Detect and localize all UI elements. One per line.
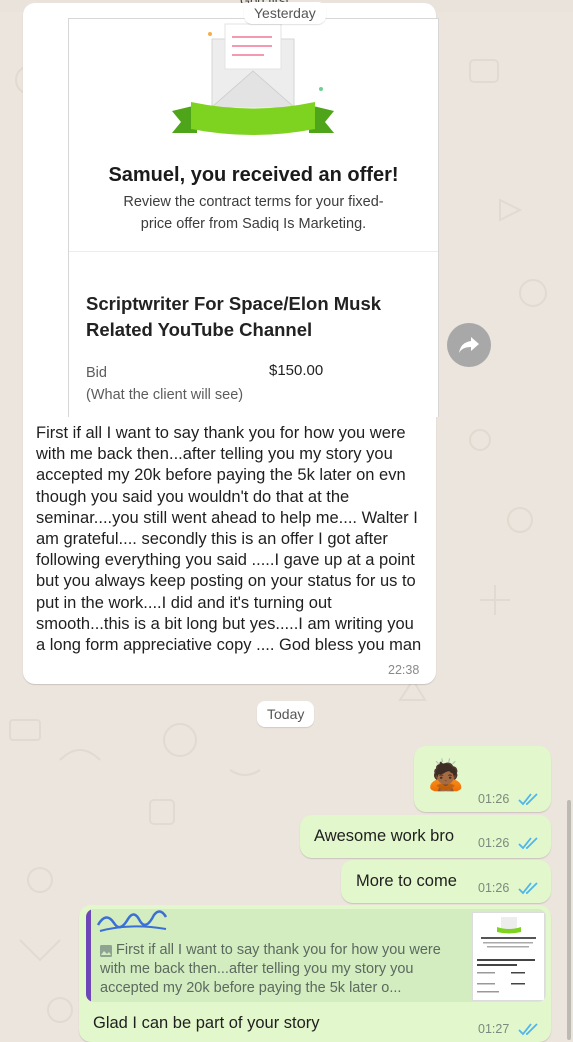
- offer-screenshot-image[interactable]: Samuel, you received an offer! Review th…: [68, 18, 439, 417]
- outgoing-message-bubble[interactable]: Awesome work bro 01:26: [300, 815, 551, 858]
- quoted-message[interactable]: First if all I want to say thank you for…: [86, 909, 546, 1002]
- forward-button[interactable]: [447, 323, 491, 367]
- forward-icon: [459, 337, 479, 353]
- quoted-image-thumbnail: [472, 912, 545, 1001]
- date-divider-yesterday: Yesterday: [244, 2, 326, 24]
- offer-title: Samuel, you received an offer!: [108, 164, 399, 186]
- read-receipt-icon: [518, 793, 538, 806]
- message-text: Awesome work bro: [314, 827, 455, 845]
- read-receipt-icon: [518, 882, 538, 895]
- scrollbar[interactable]: [567, 800, 571, 1040]
- emoji-message: 🙇🏾: [427, 759, 465, 792]
- message-time: 01:26: [478, 792, 510, 806]
- incoming-message-bubble[interactable]: Samuel, you received an offer! Review th…: [23, 3, 439, 684]
- bid-label: Bid (What the client will see): [86, 362, 246, 406]
- date-divider-today: Today: [257, 701, 315, 727]
- scribbled-author-name: [96, 910, 168, 932]
- read-receipt-icon: [518, 1023, 538, 1036]
- outgoing-message-bubble[interactable]: 🙇🏾 01:26: [414, 746, 551, 812]
- quoted-text: First if all I want to say thank you for…: [100, 942, 441, 996]
- envelope-icon: [172, 23, 334, 135]
- bid-label-text: Bid: [86, 365, 107, 381]
- job-title: Scriptwriter For Space/Elon Musk Related…: [86, 293, 382, 340]
- quote-accent-bar: [86, 909, 91, 1002]
- bid-sublabel: (What the client will see): [86, 387, 244, 403]
- read-receipt-icon: [518, 837, 538, 850]
- offer-divider: [69, 251, 438, 252]
- message-time: 01:26: [478, 836, 510, 850]
- offer-description: Review the contract terms for your fixed…: [123, 194, 384, 232]
- message-time: 22:38: [388, 663, 420, 677]
- message-time: 01:27: [478, 1022, 510, 1036]
- outgoing-message-bubble[interactable]: More to come 01:26: [341, 860, 551, 903]
- message-text: More to come: [356, 872, 457, 890]
- message-text: Glad I can be part of your story: [93, 1014, 320, 1032]
- bid-value: $150.00: [269, 362, 324, 379]
- message-text: First if all I want to say thank you for…: [36, 424, 422, 655]
- message-time: 01:26: [478, 881, 510, 895]
